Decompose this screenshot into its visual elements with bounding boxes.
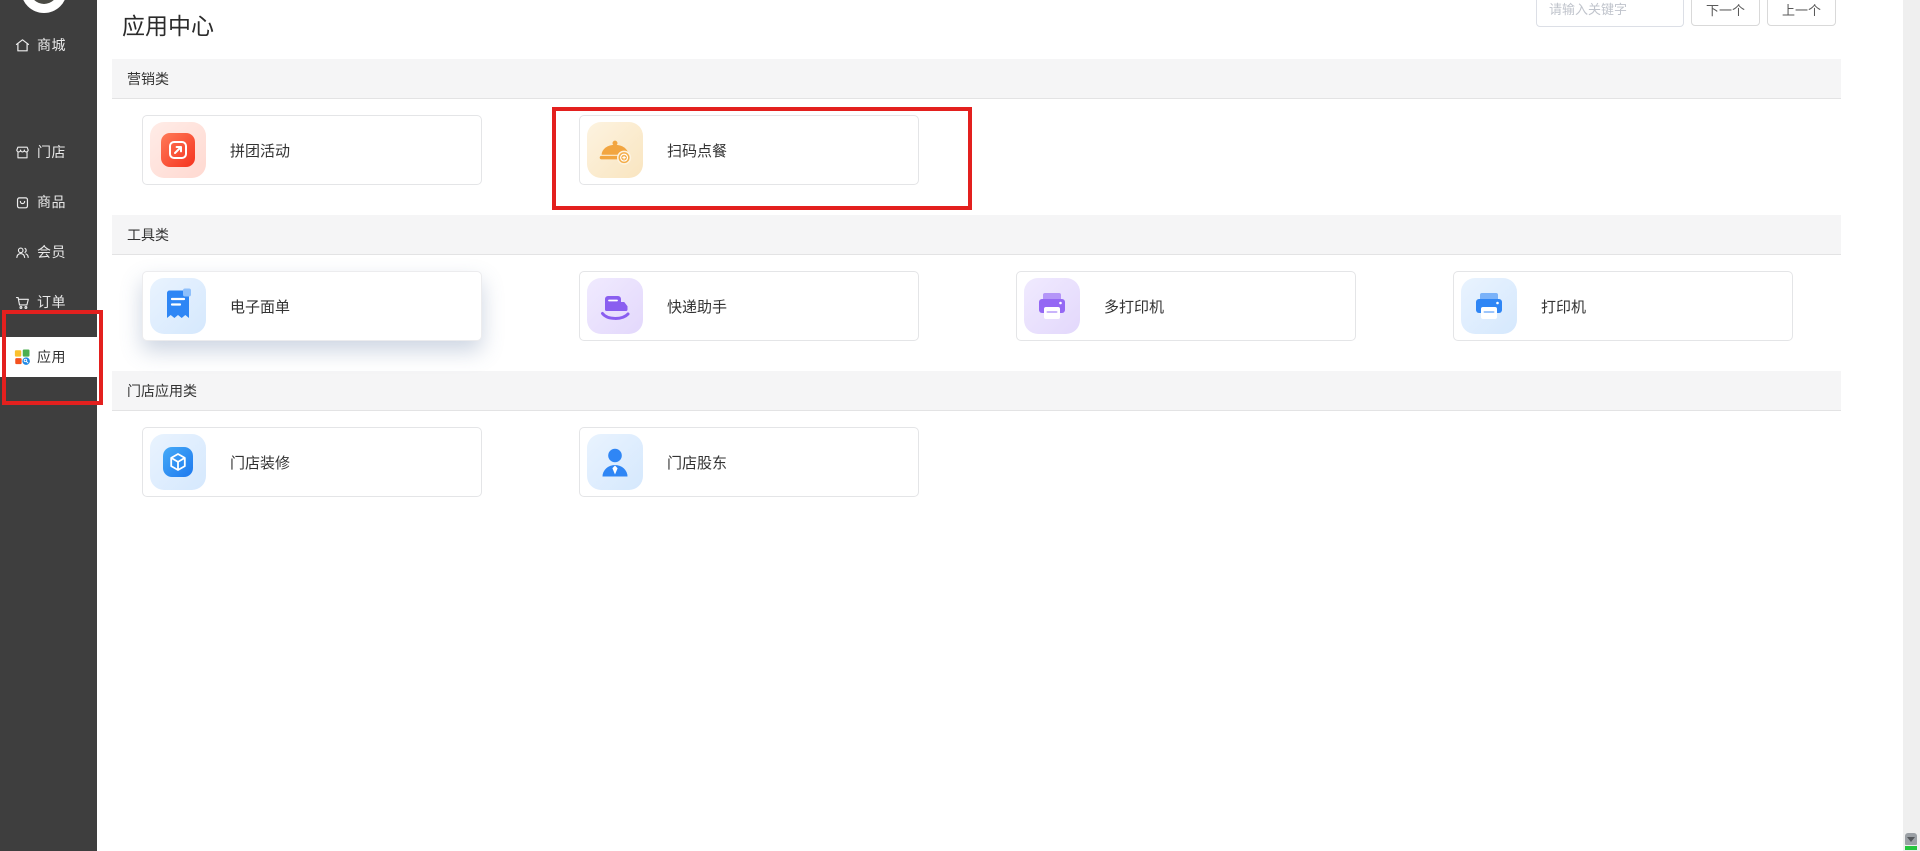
app-card-multi-printer[interactable]: 多打印机 (1016, 271, 1356, 341)
app-card-label: 门店股东 (667, 454, 728, 472)
sidebar-item-store[interactable]: 门店 (0, 132, 97, 172)
app-card-printer[interactable]: 打印机 (1453, 271, 1793, 341)
main-content: 下一个 上一个 应用中心 营销类 拼团活动 (97, 0, 1873, 851)
section-title: 营销类 (127, 70, 169, 87)
section-header-marketing: 营销类 (112, 59, 1841, 99)
app-card-express-helper[interactable]: 快递助手 (579, 271, 919, 341)
store-shareholder-icon (587, 434, 643, 490)
sidebar-item-label: 应用 (37, 349, 66, 365)
search-input[interactable] (1535, 0, 1684, 27)
app-card-label: 快递助手 (667, 298, 728, 316)
next-button[interactable]: 下一个 (1690, 0, 1760, 26)
sidebar: 商城 门店 商品 会员 订单 应用 (0, 0, 97, 851)
status-green-indicator (1905, 846, 1917, 850)
scrollbar-track[interactable] (1903, 0, 1920, 851)
home-icon (13, 36, 31, 54)
store-decorate-icon (150, 434, 206, 490)
express-helper-icon (587, 278, 643, 334)
printer-icon (1461, 278, 1517, 334)
app-card-label: 打印机 (1541, 298, 1587, 316)
app-card-scan-order[interactable]: 扫码点餐 (579, 115, 919, 185)
members-icon (13, 243, 31, 261)
sidebar-item-members[interactable]: 会员 (0, 232, 97, 272)
sidebar-item-apps[interactable]: 应用 (0, 337, 97, 377)
prev-button[interactable]: 上一个 (1766, 0, 1836, 26)
app-card-label: 多打印机 (1104, 298, 1165, 316)
scan-order-icon (587, 122, 643, 178)
section-title: 门店应用类 (127, 382, 197, 399)
cart-icon (13, 293, 31, 311)
sidebar-item-label: 商品 (37, 194, 66, 210)
goods-bag-icon (13, 193, 31, 211)
storefront-icon (13, 143, 31, 161)
app-card-e-waybill[interactable]: 电子面单 (142, 271, 482, 341)
sidebar-item-label: 会员 (37, 244, 66, 260)
apps-grid-icon (13, 348, 31, 366)
sidebar-item-orders[interactable]: 订单 (0, 282, 97, 322)
avatar-image (30, 0, 58, 4)
card-row-store-apps: 门店装修 门店股东 (142, 427, 1841, 497)
sidebar-item-mall[interactable]: 商城 (0, 25, 97, 65)
group-buy-icon (150, 122, 206, 178)
topbar: 下一个 上一个 (1535, 0, 1836, 27)
card-row-marketing: 拼团活动 扫码点餐 (142, 115, 1841, 185)
multi-printer-icon (1024, 278, 1080, 334)
app-card-label: 拼团活动 (230, 142, 291, 160)
sidebar-item-label: 商城 (37, 37, 66, 53)
avatar[interactable] (21, 0, 67, 13)
card-row-tools: 电子面单 快递助手 多打印机 打印机 (142, 271, 1841, 341)
app-card-label: 门店装修 (230, 454, 291, 472)
e-waybill-icon (150, 278, 206, 334)
scroll-down-button[interactable] (1905, 833, 1918, 850)
app-card-store-decorate[interactable]: 门店装修 (142, 427, 482, 497)
app-center-screen: 商城 门店 商品 会员 订单 应用 请输入关键字 下一个 上一个 应用中心 营销… (0, 0, 1920, 851)
section-title: 工具类 (127, 226, 169, 243)
section-header-store-apps: 门店应用类 (112, 371, 1841, 411)
app-card-group-buy[interactable]: 拼团活动 (142, 115, 482, 185)
scroll-arrow-icon (1905, 833, 1917, 845)
app-card-label: 电子面单 (230, 298, 291, 316)
section-header-tools: 工具类 (112, 215, 1841, 255)
sidebar-item-label: 门店 (37, 144, 66, 160)
sidebar-item-goods[interactable]: 商品 (0, 182, 97, 222)
sidebar-item-label: 订单 (37, 294, 66, 310)
app-card-store-shareholder[interactable]: 门店股东 (579, 427, 919, 497)
app-card-label: 扫码点餐 (667, 142, 728, 160)
